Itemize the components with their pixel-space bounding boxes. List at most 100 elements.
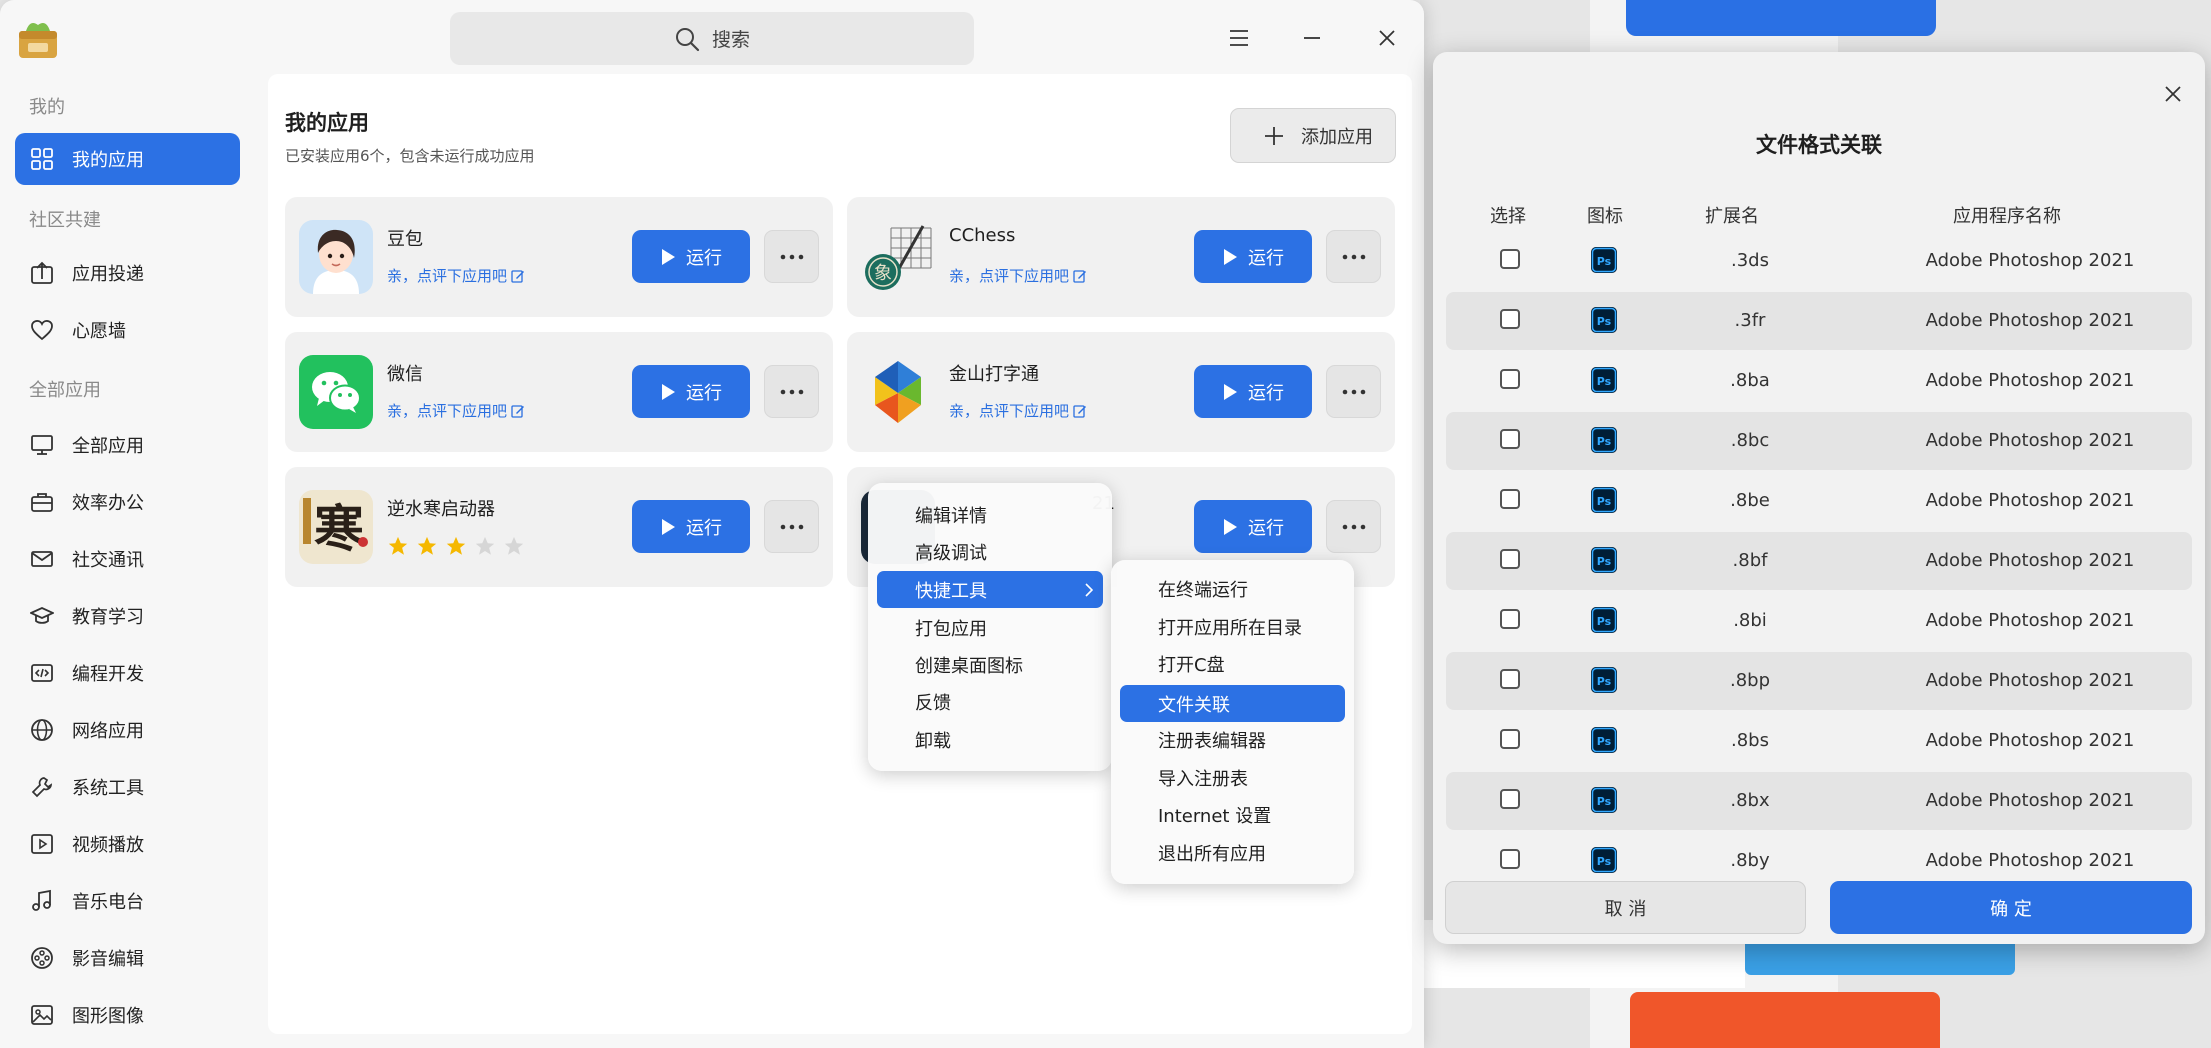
- close-button[interactable]: [1367, 18, 1407, 58]
- sidebar-item-all-apps[interactable]: 全部应用: [15, 419, 240, 471]
- rate-prompt: 亲，点评下应用吧: [949, 402, 1070, 420]
- run-button[interactable]: 运行: [1194, 500, 1312, 553]
- run-button[interactable]: 运行: [632, 365, 750, 418]
- menu-item-create-desktop-icon[interactable]: 创建桌面图标: [877, 646, 1103, 683]
- table-row[interactable]: Ps .3ds Adobe Photoshop 2021: [1446, 232, 2192, 290]
- run-button[interactable]: 运行: [1194, 230, 1312, 283]
- submenu-item-import-registry[interactable]: 导入注册表: [1120, 759, 1345, 796]
- sidebar-item-music[interactable]: 音乐电台: [15, 875, 240, 927]
- row-checkbox[interactable]: [1500, 429, 1520, 449]
- ellipsis-icon: [1342, 524, 1365, 529]
- cancel-button[interactable]: 取 消: [1445, 881, 1806, 934]
- submenu-item-open-c-drive[interactable]: 打开C盘: [1120, 645, 1345, 682]
- sidebar-item-label: 系统工具: [72, 778, 144, 799]
- sidebar-item-av-edit[interactable]: 影音编辑: [15, 932, 240, 984]
- submenu-item-internet-settings[interactable]: Internet 设置: [1120, 796, 1345, 833]
- dialog-close-button[interactable]: [2155, 76, 2191, 112]
- run-button[interactable]: 运行: [632, 500, 750, 553]
- star-empty-icon[interactable]: [503, 535, 525, 557]
- menu-item-uninstall[interactable]: 卸载: [877, 721, 1103, 758]
- menu-item-edit-details[interactable]: 编辑详情: [877, 496, 1103, 533]
- table-row[interactable]: Ps .8bc Adobe Photoshop 2021: [1446, 412, 2192, 470]
- submenu-item-label: Internet 设置: [1158, 805, 1272, 827]
- table-row[interactable]: Ps .3fr Adobe Photoshop 2021: [1446, 292, 2192, 350]
- menu-item-quick-tools[interactable]: 快捷工具: [877, 571, 1103, 608]
- row-checkbox[interactable]: [1500, 369, 1520, 389]
- sidebar-item-system-tools[interactable]: 系统工具: [15, 761, 240, 813]
- sidebar-item-graphics[interactable]: 图形图像: [15, 989, 240, 1041]
- star-filled-icon[interactable]: [416, 535, 438, 557]
- confirm-button[interactable]: 确 定: [1830, 881, 2192, 934]
- add-app-button[interactable]: 添加应用: [1230, 108, 1396, 163]
- sidebar-item-wish-wall[interactable]: 心愿墙: [15, 304, 240, 356]
- sidebar-item-label: 编程开发: [72, 664, 144, 685]
- more-options-button[interactable]: [764, 500, 819, 553]
- row-checkbox[interactable]: [1500, 789, 1520, 809]
- sidebar-item-app-submit[interactable]: 应用投递: [15, 247, 240, 299]
- sidebar-item-my-apps[interactable]: 我的应用: [15, 133, 240, 185]
- sidebar-item-office[interactable]: 效率办公: [15, 476, 240, 528]
- submenu-item-run-in-terminal[interactable]: 在终端运行: [1120, 570, 1345, 607]
- run-button[interactable]: 运行: [632, 230, 750, 283]
- row-checkbox[interactable]: [1500, 849, 1520, 869]
- more-options-button[interactable]: [1326, 230, 1381, 283]
- row-checkbox[interactable]: [1500, 489, 1520, 509]
- sidebar-item-programming[interactable]: 编程开发: [15, 647, 240, 699]
- menu-item-feedback[interactable]: 反馈: [877, 683, 1103, 720]
- row-checkbox[interactable]: [1500, 309, 1520, 329]
- submenu-item-file-association[interactable]: 文件关联: [1120, 685, 1345, 722]
- menu-item-advanced-debug[interactable]: 高级调试: [877, 533, 1103, 570]
- star-empty-icon[interactable]: [474, 535, 496, 557]
- ellipsis-icon: [780, 524, 803, 529]
- table-row[interactable]: Ps .8bs Adobe Photoshop 2021: [1446, 712, 2192, 770]
- play-icon: [662, 518, 675, 535]
- row-checkbox[interactable]: [1500, 609, 1520, 629]
- app-card-doubao: 豆包 亲，点评下应用吧 运行: [285, 197, 833, 317]
- table-row[interactable]: Ps .8bi Adobe Photoshop 2021: [1446, 592, 2192, 650]
- row-checkbox[interactable]: [1500, 669, 1520, 689]
- more-options-button[interactable]: [1326, 365, 1381, 418]
- minimize-button[interactable]: [1292, 18, 1332, 58]
- table-row[interactable]: Ps .8ba Adobe Photoshop 2021: [1446, 352, 2192, 410]
- rating-stars[interactable]: [387, 535, 525, 557]
- more-options-button[interactable]: [764, 365, 819, 418]
- menu-button[interactable]: [1219, 18, 1259, 58]
- file-association-table[interactable]: Ps .3ds Adobe Photoshop 2021 Ps .3fr Adobe Ph…: [1446, 232, 2192, 916]
- photoshop-icon: Ps: [1591, 547, 1617, 573]
- more-options-button[interactable]: [1326, 500, 1381, 553]
- rate-app-link[interactable]: 亲，点评下应用吧: [387, 400, 525, 421]
- rate-app-link[interactable]: 亲，点评下应用吧: [387, 265, 525, 286]
- submenu-item-open-app-dir[interactable]: 打开应用所在目录: [1120, 608, 1345, 645]
- star-filled-icon[interactable]: [445, 535, 467, 557]
- app-name: 豆包: [387, 229, 423, 250]
- row-checkbox[interactable]: [1500, 249, 1520, 269]
- row-app-name: Adobe Photoshop 2021: [1925, 490, 2135, 511]
- upload-box-icon: [31, 261, 53, 284]
- star-filled-icon[interactable]: [387, 535, 409, 557]
- more-options-button[interactable]: [764, 230, 819, 283]
- row-checkbox[interactable]: [1500, 549, 1520, 569]
- globe-icon: [31, 719, 53, 741]
- sidebar-item-education[interactable]: 教育学习: [15, 590, 240, 642]
- sidebar-section-mine: 我的: [29, 97, 65, 118]
- table-row[interactable]: Ps .8bp Adobe Photoshop 2021: [1446, 652, 2192, 710]
- sidebar-item-video[interactable]: 视频播放: [15, 818, 240, 870]
- table-row[interactable]: Ps .8be Adobe Photoshop 2021: [1446, 472, 2192, 530]
- sidebar-item-label: 影音编辑: [72, 949, 144, 970]
- search-bar[interactable]: 搜索: [450, 12, 974, 65]
- sidebar-item-network[interactable]: 网络应用: [15, 704, 240, 756]
- sidebar-item-social[interactable]: 社交通讯: [15, 533, 240, 585]
- svg-text:象: 象: [874, 263, 892, 284]
- run-button[interactable]: 运行: [1194, 365, 1312, 418]
- rate-app-link[interactable]: 亲，点评下应用吧: [949, 265, 1087, 286]
- rate-app-link[interactable]: 亲，点评下应用吧: [949, 400, 1087, 421]
- submenu-item-registry-editor[interactable]: 注册表编辑器: [1120, 721, 1345, 758]
- menu-item-package-app[interactable]: 打包应用: [877, 609, 1103, 646]
- table-row[interactable]: Ps .8bf Adobe Photoshop 2021: [1446, 532, 2192, 590]
- run-label: 运行: [686, 517, 722, 539]
- submenu-item-exit-all-apps[interactable]: 退出所有应用: [1120, 834, 1345, 871]
- submenu-item-label: 打开应用所在目录: [1158, 617, 1302, 639]
- row-checkbox[interactable]: [1500, 729, 1520, 749]
- table-row[interactable]: Ps .8bx Adobe Photoshop 2021: [1446, 772, 2192, 830]
- row-extension: .8be: [1730, 490, 1770, 511]
